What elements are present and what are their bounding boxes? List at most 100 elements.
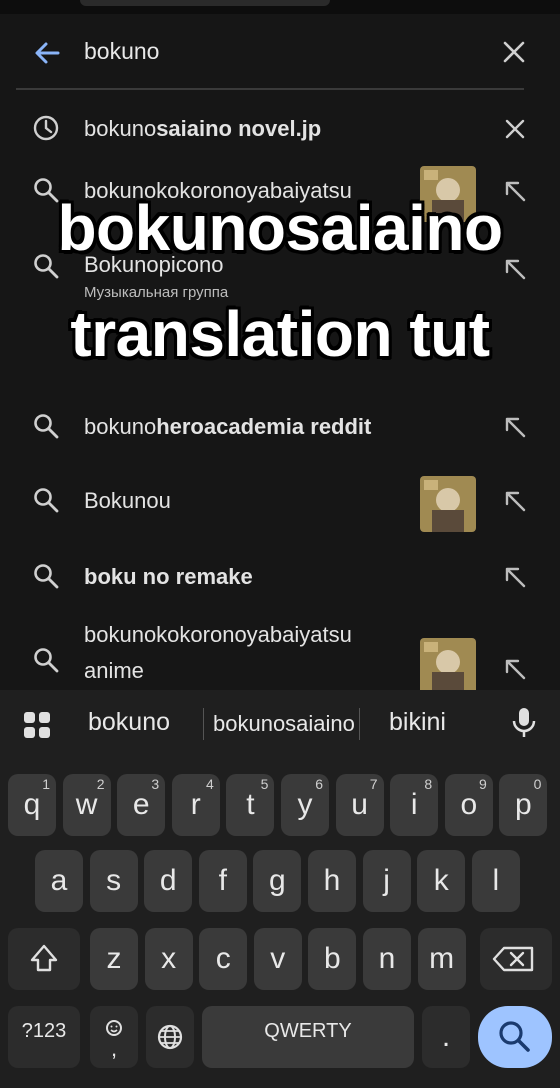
suggestion-item[interactable]: boku no remake: [0, 548, 560, 612]
key-label: g: [269, 864, 286, 897]
key-e[interactable]: e3: [117, 774, 166, 836]
comma-label: ,: [110, 1036, 118, 1061]
key-c[interactable]: c: [199, 928, 248, 990]
key-label: r: [190, 788, 201, 821]
suggestion-item[interactable]: bokunoheroacademia reddit: [0, 398, 560, 462]
key-o[interactable]: o9: [444, 774, 493, 836]
key-label: z: [106, 942, 122, 975]
key-m[interactable]: m: [417, 928, 466, 990]
key-r[interactable]: r4: [171, 774, 220, 836]
backspace-icon: [492, 946, 534, 972]
key-b[interactable]: b: [308, 928, 357, 990]
key-number-hint: 6: [315, 776, 323, 792]
key-label: h: [323, 864, 341, 897]
suggestion-item[interactable]: bokunokokoronoyabaiyatsu anime: [0, 620, 560, 694]
suggestion-item[interactable]: Bokunou: [0, 472, 560, 536]
search-key[interactable]: [478, 1006, 552, 1068]
shift-icon: [30, 944, 58, 972]
fill-query-arrow-icon[interactable]: [502, 656, 528, 682]
key-label: ?123: [21, 1020, 67, 1042]
key-number-hint: 5: [260, 776, 269, 792]
key-label: .: [441, 1020, 451, 1053]
key-q[interactable]: q1: [8, 774, 56, 836]
key-t[interactable]: t5: [226, 774, 275, 836]
search-icon: [32, 562, 60, 590]
key-label: k: [433, 864, 449, 897]
key-label: u: [351, 788, 368, 821]
key-label: j: [383, 864, 390, 897]
key-number-hint: 8: [424, 776, 433, 792]
history-icon: [32, 114, 60, 142]
suggestion-text: Bokunou: [84, 488, 171, 513]
key-y[interactable]: y6: [281, 774, 329, 836]
key-l[interactable]: l: [471, 850, 520, 912]
key-label: m: [429, 942, 455, 975]
key-d[interactable]: d: [144, 850, 193, 912]
prediction-strip: bokuno bokunosaiaino bikini: [0, 690, 560, 758]
prediction-1[interactable]: bokuno: [88, 708, 170, 737]
key-label: s: [106, 864, 122, 897]
apps-grid-icon[interactable]: [22, 710, 52, 740]
key-s[interactable]: s: [89, 850, 138, 912]
key-label: t: [246, 788, 255, 821]
suggestion-text-line2: anime: [84, 658, 144, 683]
prediction-separator: [203, 708, 204, 740]
key-v[interactable]: v: [253, 928, 302, 990]
clear-icon[interactable]: [500, 38, 528, 66]
key-number-hint: 7: [369, 776, 378, 792]
key-f[interactable]: f: [198, 850, 247, 912]
status-bar: [0, 0, 560, 14]
shift-key[interactable]: [8, 928, 80, 990]
key-g[interactable]: g: [253, 850, 302, 912]
key-j[interactable]: j: [362, 850, 411, 912]
caption-line-1: bokunosaiaino: [57, 192, 503, 264]
back-arrow-icon[interactable]: [32, 38, 62, 68]
key-x[interactable]: x: [144, 928, 193, 990]
key-a[interactable]: a: [35, 850, 83, 912]
fill-query-arrow-icon[interactable]: [502, 564, 528, 590]
key-u[interactable]: u7: [335, 774, 384, 836]
search-bar[interactable]: bokuno: [18, 18, 542, 86]
key-label: n: [378, 942, 396, 975]
key-label: e: [132, 788, 150, 821]
key-number-hint: 9: [479, 776, 487, 792]
emoji-comma-key[interactable]: ,: [90, 1006, 138, 1068]
prediction-2[interactable]: bokunosaiaino: [213, 711, 355, 737]
suggestion-thumbnail: [420, 638, 476, 694]
key-n[interactable]: n: [363, 928, 411, 990]
key-k[interactable]: k: [417, 850, 466, 912]
key-label: o: [460, 788, 478, 821]
suggestion-text: bokunokokoronoyabaiyatsu: [84, 622, 352, 647]
suggestion-thumbnail: [420, 476, 476, 532]
key-h[interactable]: h: [308, 850, 356, 912]
suggestion-item[interactable]: bokunosaiaino novel.jp: [0, 100, 560, 164]
microphone-icon[interactable]: [510, 706, 538, 740]
key-number-hint: 2: [96, 776, 105, 792]
backspace-key[interactable]: [480, 928, 552, 990]
prediction-3[interactable]: bikini: [389, 708, 446, 737]
key-label: p: [515, 788, 532, 821]
space-key[interactable]: QWERTY: [202, 1006, 414, 1068]
key-p[interactable]: p0: [499, 774, 548, 836]
symbols-key[interactable]: ?123: [8, 1006, 80, 1068]
key-z[interactable]: z: [90, 928, 138, 990]
key-label: v: [270, 942, 286, 975]
key-i[interactable]: i8: [390, 774, 439, 836]
language-key[interactable]: [146, 1006, 194, 1068]
remove-history-icon[interactable]: [502, 116, 528, 142]
prediction-separator: [359, 708, 360, 740]
search-icon: [32, 486, 60, 514]
suggestion-text: bokunosaiaino novel.jp: [84, 116, 322, 141]
keyboard: bokuno bokunosaiaino bikini q1w2e3r4t5y6…: [0, 690, 560, 1088]
search-input[interactable]: bokuno: [84, 38, 159, 65]
key-label: x: [161, 942, 177, 975]
fill-query-arrow-icon[interactable]: [502, 488, 528, 514]
fill-query-arrow-icon[interactable]: [502, 414, 528, 440]
period-key[interactable]: .: [422, 1006, 470, 1068]
key-label: i: [410, 788, 418, 821]
search-icon: [32, 646, 60, 674]
key-w[interactable]: w2: [62, 774, 111, 836]
key-label: a: [50, 864, 68, 897]
caption-line-2: translation tut: [70, 298, 490, 370]
key-label: b: [324, 942, 341, 975]
